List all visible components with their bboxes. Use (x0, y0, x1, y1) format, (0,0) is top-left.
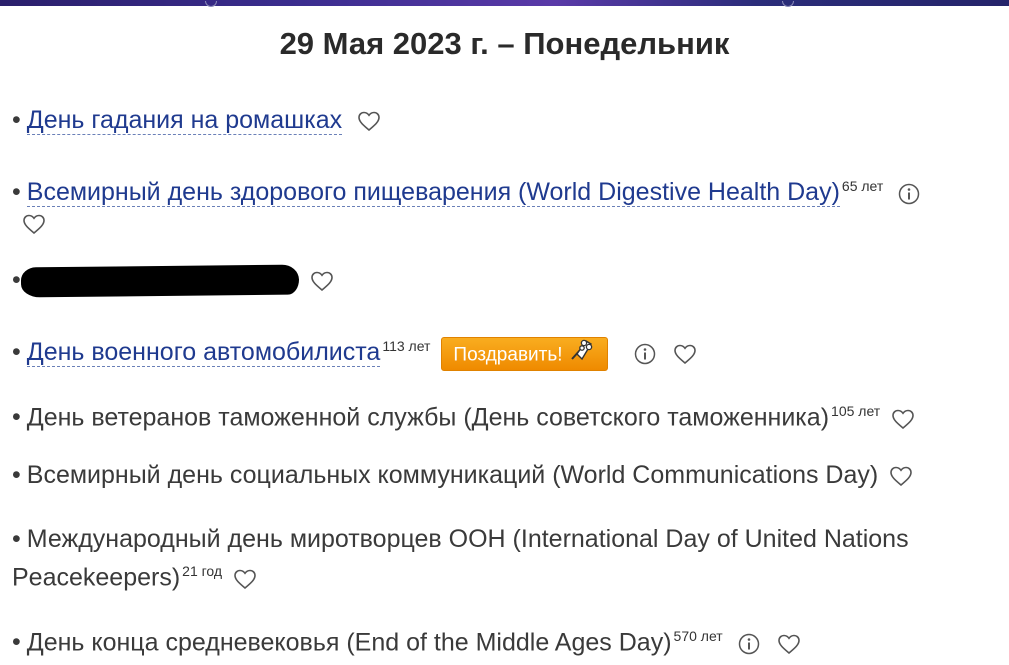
list-item: • День ветеранов таможенной службы (День … (12, 395, 992, 433)
holiday-link[interactable]: Всемирный день здорового пищеварения (Wo… (26, 178, 840, 208)
bullet: • (12, 403, 21, 432)
top-decorative-strip (0, 0, 1009, 7)
info-icon[interactable] (738, 633, 760, 655)
list-item: • (12, 264, 992, 298)
years-badge: 113 лет (382, 338, 431, 354)
heart-icon[interactable] (233, 568, 257, 590)
heart-icon[interactable] (357, 110, 381, 132)
list-item: • Всемирный день здорового пищеварения (W… (12, 170, 992, 240)
heart-icon[interactable] (777, 633, 801, 655)
years-badge: 570 лет (673, 628, 723, 644)
redacted-holiday-name (20, 264, 299, 298)
list-item: • Всемирный день социальных коммуникаций … (12, 459, 992, 491)
page-title: 29 Мая 2023 г. – Понедельник (279, 26, 730, 61)
list-item: • День гадания на ромашках (12, 104, 992, 136)
strip-ornament (205, 1, 217, 7)
bouquet-icon (569, 338, 595, 373)
heart-icon[interactable] (891, 408, 915, 430)
holiday-name: День конца средневековья (End of the Mid… (26, 628, 672, 657)
holiday-link[interactable]: День гадания на ромашках (26, 106, 343, 135)
bullet: • (12, 461, 21, 489)
bullet: • (12, 338, 21, 367)
heart-icon[interactable] (310, 270, 334, 292)
years-badge: 105 лет (831, 403, 881, 419)
heart-icon[interactable] (22, 213, 46, 235)
strip-ornament (782, 1, 794, 7)
list-item: • День военного автомобилиста 113 лет Позд… (12, 330, 992, 371)
holiday-name: День ветеранов таможенной службы (День с… (26, 403, 830, 432)
heart-icon[interactable] (889, 465, 913, 487)
years-badge: 65 лет (841, 178, 884, 194)
list-item: • День конца средневековья (End of the Mi… (12, 620, 992, 658)
bullet: • (12, 266, 21, 294)
holiday-link[interactable]: День военного автомобилиста (26, 338, 381, 368)
heart-icon[interactable] (673, 343, 697, 365)
congratulate-button-label: Поздравить! (453, 344, 563, 366)
bullet: • (12, 178, 21, 207)
info-icon[interactable] (898, 183, 920, 205)
holiday-name: Международный день миротворцев ООН (Inte… (12, 525, 909, 592)
list-item: • Международный день миротворцев ООН (Int… (12, 523, 992, 593)
bullet: • (12, 628, 21, 657)
info-icon[interactable] (634, 343, 656, 365)
bullet: • (12, 106, 21, 134)
holiday-name: Всемирный день социальных коммуникаций (… (26, 461, 879, 489)
years-badge: 21 год (182, 563, 223, 579)
congratulate-button[interactable]: Поздравить! (441, 336, 608, 373)
bullet: • (12, 525, 21, 553)
